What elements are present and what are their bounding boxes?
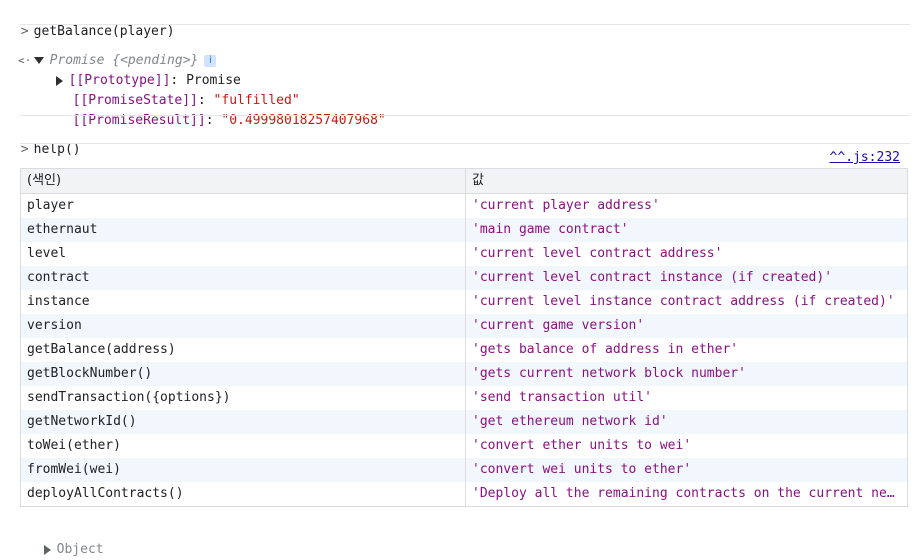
table-row: getNetworkId() 'get ethereum network id'	[20, 410, 908, 434]
row-value-cell: 'current level instance contract address…	[472, 294, 895, 309]
object-label: Object	[56, 542, 104, 557]
message-divider	[20, 115, 910, 116]
table-header-row: (색인) 값	[20, 168, 908, 194]
row-index-cell: getNetworkId()	[20, 410, 466, 434]
row-index-cell: getBalance(address)	[20, 338, 466, 362]
row-index-cell: contract	[20, 266, 466, 290]
row-index-cell: instance	[20, 290, 466, 314]
row-value-cell: 'current game version'	[465, 314, 908, 338]
row-value-cell: 'get ethereum network id'	[465, 410, 908, 434]
row-value-cell: 'convert wei units to ether'	[465, 458, 908, 482]
return-arrow-icon: <·	[18, 54, 32, 67]
value-column-header[interactable]: 값	[465, 168, 908, 194]
table-row: getBalance(address) 'gets balance of add…	[20, 338, 908, 362]
index-column-header[interactable]: (색인)	[20, 168, 466, 194]
row-value-cell: 'gets balance of address in ether'	[472, 342, 739, 357]
table-row: ethernaut 'main game contract'	[20, 218, 908, 242]
promise-result-line: [[PromiseResult]]: "0.49998018257407968"	[57, 91, 386, 131]
row-value-cell: 'current level contract instance (if cre…	[465, 266, 908, 290]
expand-triangle-icon[interactable]	[43, 544, 51, 555]
console-table: (색인) 값 player 'current player address' e…	[20, 168, 908, 507]
message-divider	[20, 143, 910, 144]
row-index-cell: level	[20, 242, 466, 266]
row-value-cell: 'Deploy all the remaining contracts on t…	[472, 486, 908, 501]
row-index-cell: player	[20, 193, 466, 218]
row-index-cell: ethernaut	[20, 218, 466, 242]
table-row: level 'current level contract address'	[20, 242, 908, 266]
row-index-cell: deployAllContracts()	[20, 482, 466, 507]
table-row: player 'current player address'	[20, 193, 908, 218]
object-summary-line[interactable]: Object	[28, 520, 104, 560]
row-index-cell: getBlockNumber()	[20, 362, 466, 386]
row-value-cell: 'gets current network block number'	[465, 362, 908, 386]
source-file-link[interactable]: ^^.js:232	[830, 148, 900, 168]
row-index-cell: fromWei(wei)	[20, 458, 466, 482]
console-input-text[interactable]: help()	[34, 142, 81, 157]
table-row: fromWei(wei) 'convert wei units to ether…	[20, 458, 908, 482]
row-index-cell: toWei(ether)	[20, 434, 466, 458]
table-row: sendTransaction({options}) 'send transac…	[20, 386, 908, 410]
table-row: instance 'current level instance contrac…	[20, 290, 908, 314]
console-input-line: > help()	[0, 120, 81, 160]
row-value-cell: 'main game contract'	[465, 218, 908, 242]
row-value-cell: 'convert ether units to wei'	[472, 438, 692, 453]
row-value-cell: 'current player address'	[472, 198, 660, 213]
row-value-cell: 'send transaction util'	[472, 390, 653, 405]
table-row: contract 'current level contract instanc…	[20, 266, 908, 290]
message-divider	[20, 24, 910, 25]
table-row: getBlockNumber() 'gets current network b…	[20, 362, 908, 386]
row-value-cell: 'current level contract address'	[472, 246, 723, 261]
table-row: toWei(ether) 'convert ether units to wei…	[20, 434, 908, 458]
table-row: deployAllContracts() 'Deploy all the rem…	[20, 482, 908, 507]
table-row: version 'current game version'	[20, 314, 908, 338]
row-index-cell: sendTransaction({options})	[20, 386, 466, 410]
row-index-cell: version	[20, 314, 466, 338]
